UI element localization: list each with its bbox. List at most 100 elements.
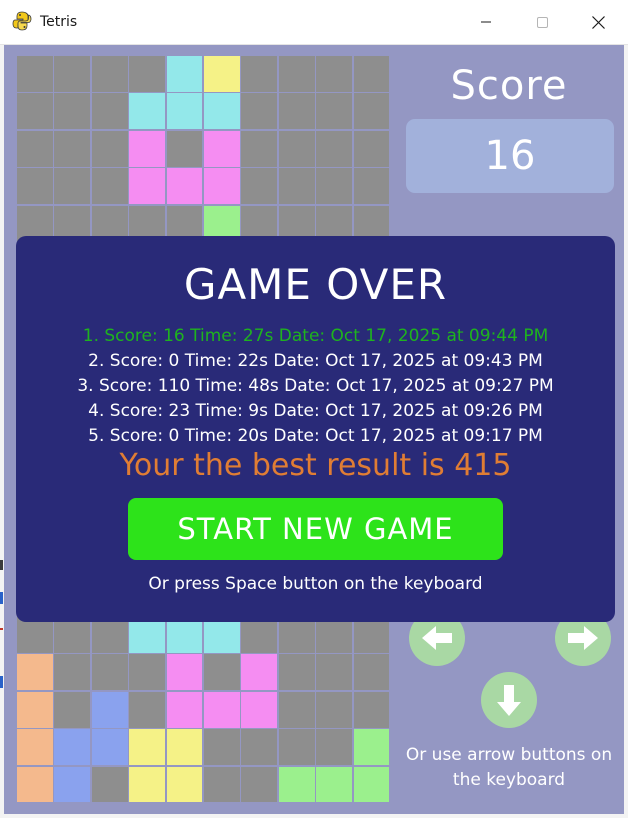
- board-cell-empty: [203, 765, 241, 804]
- board-cell-J: [90, 728, 129, 767]
- board-cell-empty: [90, 55, 129, 93]
- board-cell-empty: [53, 653, 92, 692]
- board-cell-J: [53, 728, 92, 767]
- board-cell-empty: [315, 653, 354, 692]
- background-window-edge: [0, 592, 3, 604]
- title-bar[interactable]: Tetris: [0, 0, 628, 45]
- board-cell-O: [165, 765, 204, 804]
- board-cell-O: [128, 765, 167, 804]
- board-cell-empty: [90, 653, 129, 692]
- board-cell-L: [16, 765, 54, 804]
- result-item: 3. Score: 110 Time: 48s Date: Oct 17, 20…: [77, 376, 554, 396]
- background-window-edge: [0, 560, 3, 570]
- board-cell-empty: [53, 690, 92, 729]
- score-box: 16: [406, 119, 614, 193]
- board-cell-T: [203, 690, 241, 729]
- board-cell-empty: [315, 690, 354, 729]
- start-new-game-button[interactable]: START NEW GAME: [128, 498, 503, 560]
- board-cell-L: [16, 690, 54, 729]
- arrow-right-icon: [568, 626, 598, 650]
- board-cell-empty: [315, 167, 354, 206]
- board-cell-T: [165, 167, 204, 206]
- board-cell-O: [203, 55, 241, 93]
- board-cell-empty: [240, 765, 279, 804]
- minimize-button[interactable]: [458, 0, 514, 44]
- board-cell-empty: [315, 728, 354, 767]
- game-over-dialog: GAME OVER 1. Score: 16 Time: 27s Date: O…: [16, 236, 615, 622]
- board-cell-T: [203, 129, 241, 168]
- board-cell-empty: [277, 653, 316, 692]
- board-cell-empty: [277, 55, 316, 93]
- board-cell-S: [352, 765, 391, 804]
- board-cell-T: [165, 653, 204, 692]
- board-cell-empty: [315, 55, 354, 93]
- board-cell-empty: [90, 167, 129, 206]
- results-list: 1. Score: 16 Time: 27s Date: Oct 17, 202…: [16, 324, 615, 449]
- result-item: 1. Score: 16 Time: 27s Date: Oct 17, 202…: [82, 326, 549, 346]
- board-cell-empty: [240, 728, 279, 767]
- board-cell-empty: [352, 55, 391, 93]
- board-cell-empty: [90, 92, 129, 131]
- arrow-keys-hint: Or use arrow buttons on the keyboard: [405, 745, 613, 790]
- board-cell-I: [203, 92, 241, 131]
- board-cell-empty: [16, 129, 54, 168]
- board-cell-empty: [165, 129, 204, 168]
- background-window-edge: [0, 676, 3, 688]
- board-cell-O: [128, 728, 167, 767]
- result-item: 2. Score: 0 Time: 22s Date: Oct 17, 2025…: [88, 351, 543, 371]
- board-cell-empty: [277, 690, 316, 729]
- board-cell-empty: [277, 167, 316, 206]
- board-cell-empty: [352, 690, 391, 729]
- board-cell-T: [128, 167, 167, 206]
- board-cell-empty: [240, 167, 279, 206]
- score-value: 16: [484, 133, 536, 179]
- maximize-button[interactable]: [514, 0, 570, 44]
- result-item: 4. Score: 23 Time: 9s Date: Oct 17, 2025…: [88, 401, 543, 421]
- board-cell-empty: [203, 728, 241, 767]
- board-cell-empty: [128, 653, 167, 692]
- board-cell-I: [165, 92, 204, 131]
- board-cell-I: [128, 92, 167, 131]
- board-cell-empty: [53, 55, 92, 93]
- board-cell-empty: [203, 653, 241, 692]
- move-down-button[interactable]: [481, 672, 537, 728]
- board-cell-J: [90, 690, 129, 729]
- score-label: Score: [450, 63, 568, 109]
- board-cell-empty: [352, 653, 391, 692]
- board-cell-J: [53, 765, 92, 804]
- minimize-icon: [481, 21, 491, 23]
- board-cell-empty: [240, 92, 279, 131]
- board-cell-empty: [277, 728, 316, 767]
- close-icon: [591, 15, 605, 29]
- board-cell-empty: [16, 55, 54, 93]
- board-cell-S: [352, 728, 391, 767]
- board-cell-empty: [277, 129, 316, 168]
- board-cell-L: [16, 653, 54, 692]
- board-cell-empty: [53, 129, 92, 168]
- board-cell-empty: [90, 129, 129, 168]
- board-cell-empty: [315, 92, 354, 131]
- arrow-down-icon: [497, 685, 521, 716]
- arrow-left-icon: [422, 626, 452, 650]
- board-cell-T: [165, 690, 204, 729]
- board-cell-empty: [277, 92, 316, 131]
- board-cell-empty: [352, 167, 391, 206]
- python-snake-icon: [12, 11, 32, 31]
- maximize-icon: [536, 16, 548, 28]
- board-cell-empty: [128, 55, 167, 93]
- result-item: 5. Score: 0 Time: 20s Date: Oct 17, 2025…: [88, 426, 543, 446]
- board-cell-empty: [53, 92, 92, 131]
- board-cell-S: [277, 765, 316, 804]
- window-title: Tetris: [40, 14, 78, 30]
- board-cell-O: [165, 728, 204, 767]
- board-cell-T: [203, 167, 241, 206]
- board-cell-empty: [352, 92, 391, 131]
- board-cell-empty: [240, 55, 279, 93]
- board-cell-empty: [16, 92, 54, 131]
- game-over-title: GAME OVER: [183, 260, 448, 309]
- board-cell-empty: [315, 129, 354, 168]
- board-cell-empty: [352, 129, 391, 168]
- board-cell-T: [128, 129, 167, 168]
- close-button[interactable]: [570, 0, 626, 44]
- best-result: Your the best result is 415: [119, 448, 512, 483]
